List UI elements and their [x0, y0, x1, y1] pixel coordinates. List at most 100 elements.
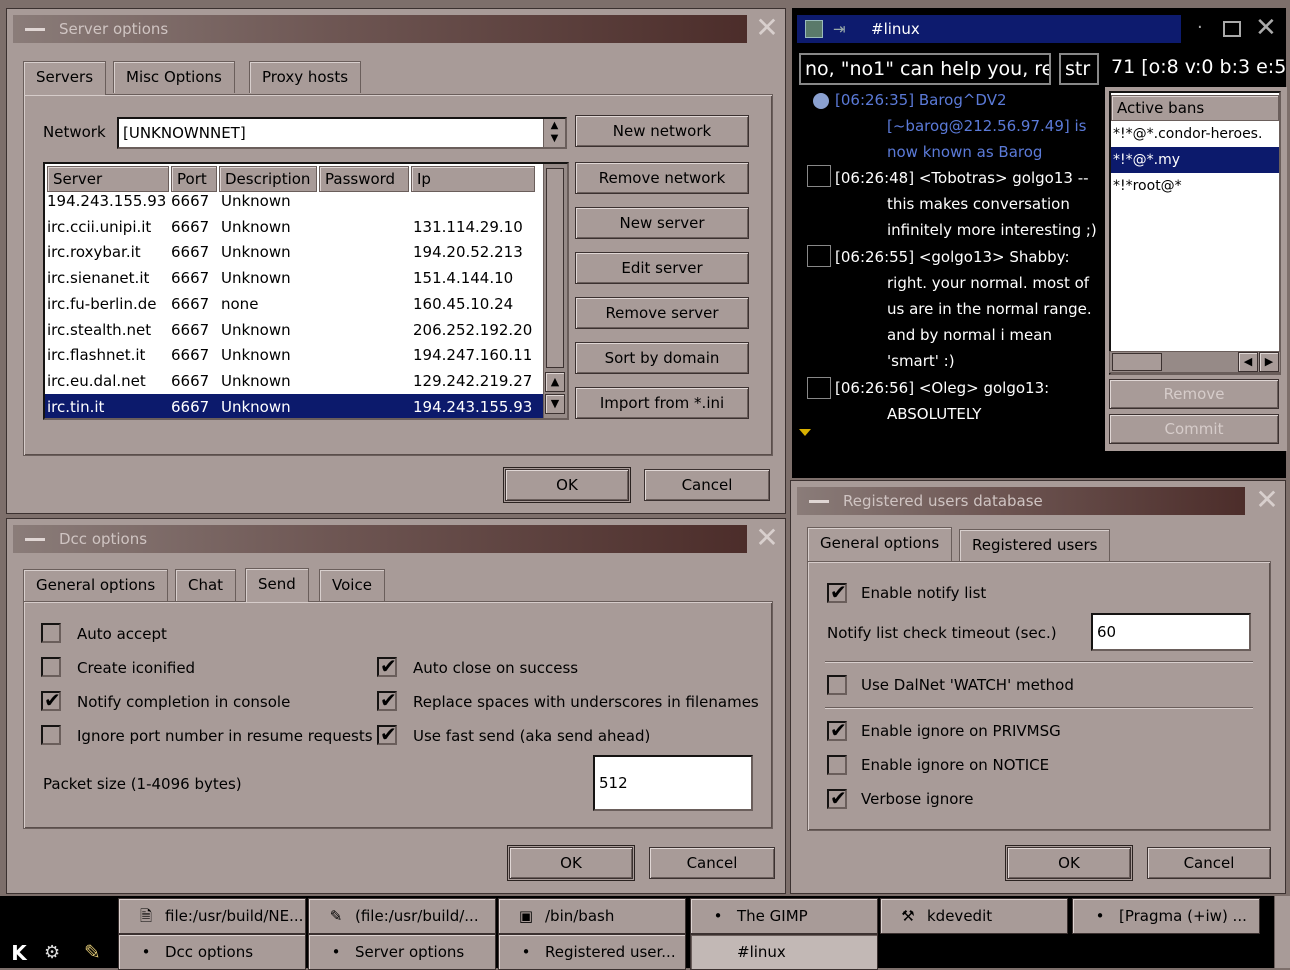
taskbar-item[interactable]: ▣ /bin/bash	[498, 898, 686, 934]
task-label: kdevedit	[927, 907, 993, 925]
chat-line: us are in the normal range.	[887, 300, 1092, 318]
window-menu-icon[interactable]	[25, 538, 45, 541]
file-manager-icon[interactable]: ✎	[84, 940, 110, 966]
scrollbar-thumb[interactable]	[546, 168, 564, 368]
close-icon[interactable]: ✕	[755, 14, 779, 42]
remove-network-button[interactable]: Remove network	[575, 162, 749, 194]
window-menu-icon[interactable]	[25, 28, 45, 31]
ok-button[interactable]: OK	[503, 467, 631, 503]
taskbar-item[interactable]: • [Pragma (+iw) ...	[1072, 898, 1260, 934]
registered-users-titlebar[interactable]: Registered users database	[797, 487, 1245, 515]
taskbar-item[interactable]: #linux	[690, 934, 878, 970]
table-row[interactable]: irc.sienanet.it 6667 Unknown 151.4.144.10	[45, 265, 567, 291]
ignore-notice-checkbox[interactable]	[827, 755, 847, 775]
taskbar-item[interactable]: ✎ (file:/usr/build/...	[308, 898, 496, 934]
maximize-icon[interactable]	[1223, 21, 1241, 37]
scroll-right-icon[interactable]: ▶	[1259, 352, 1279, 372]
tab-proxy-hosts[interactable]: Proxy hosts	[249, 61, 362, 93]
hscroll-thumb[interactable]	[1112, 353, 1162, 371]
tab-servers[interactable]: Servers	[23, 61, 107, 95]
ban-item[interactable]: *!*@*.my	[1111, 147, 1279, 173]
tab-general-options[interactable]: General options	[807, 527, 953, 561]
bans-list[interactable]: Active bans *!*@*.condor-heroes. *!*@*.my…	[1109, 91, 1281, 375]
commit-button[interactable]: Commit	[1109, 414, 1279, 444]
taskbar-handle[interactable]	[1274, 896, 1290, 968]
ignore-privmsg-checkbox[interactable]	[827, 718, 847, 742]
ok-button[interactable]: OK	[507, 845, 635, 881]
new-server-button[interactable]: New server	[575, 207, 749, 239]
taskbar-item[interactable]: ⚒ kdevedit	[880, 898, 1068, 934]
tab-voice[interactable]: Voice	[319, 569, 385, 601]
table-row[interactable]: 194.243.155.93 6667 Unknown	[45, 188, 567, 214]
select-spinner-icon[interactable]: ▲ ▼	[543, 119, 565, 147]
create-iconified-checkbox[interactable]	[41, 657, 61, 677]
verbose-ignore-checkbox[interactable]	[827, 786, 847, 810]
cancel-button[interactable]: Cancel	[1147, 847, 1271, 879]
bans-header[interactable]: Active bans	[1111, 95, 1279, 121]
cell-port: 6667	[171, 269, 210, 288]
minimize-icon[interactable]: ·	[1197, 17, 1203, 38]
table-row[interactable]: irc.ccii.unipi.it 6667 Unknown 131.114.29.1…	[45, 214, 567, 240]
topic-field[interactable]: no, "no1" can help you, re	[799, 53, 1051, 85]
auto-close-checkbox[interactable]	[377, 654, 397, 678]
import-ini-button[interactable]: Import from *.ini	[575, 387, 749, 419]
kde-menu-icon[interactable]: K	[6, 940, 32, 966]
tab-send[interactable]: Send	[245, 568, 309, 602]
tab-general-options[interactable]: General options	[23, 569, 169, 601]
taskbar-item[interactable]: 🗎 file:/usr/build/NE...	[118, 898, 306, 934]
table-row[interactable]: irc.eu.dal.net 6667 Unknown 129.242.219.27	[45, 368, 567, 394]
ban-item[interactable]: *!*@*.condor-heroes.	[1111, 121, 1279, 147]
cell-port: 6667	[171, 192, 210, 210]
close-icon[interactable]: ✕	[1255, 13, 1277, 43]
irc-titlebar[interactable]: ⇥ #linux	[797, 15, 1181, 43]
close-icon[interactable]: ✕	[1255, 486, 1279, 514]
remove-server-button[interactable]: Remove server	[575, 297, 749, 329]
window-menu-icon[interactable]	[809, 500, 829, 503]
tab-chat[interactable]: Chat	[175, 569, 237, 601]
timeout-input[interactable]: 60	[1091, 613, 1251, 651]
new-network-button[interactable]: New network	[575, 115, 749, 147]
dalnet-watch-checkbox[interactable]	[827, 675, 847, 695]
server-options-titlebar[interactable]: Server options	[13, 15, 747, 43]
table-row[interactable]: irc.flashnet.it 6667 Unknown 194.247.160.11	[45, 342, 567, 368]
server-list[interactable]: Server Port Description Password Ip 194.…	[43, 162, 569, 420]
tab-misc-options[interactable]: Misc Options	[113, 61, 235, 93]
chat-log[interactable]: [06:26:35] Barog^DV2 [~barog@212.56.97.4…	[797, 89, 1103, 467]
ignore-port-checkbox[interactable]	[41, 725, 61, 745]
auto-accept-checkbox[interactable]	[41, 623, 61, 643]
network-select[interactable]: [UNKNOWNNET] ▲ ▼	[117, 117, 567, 149]
ban-item[interactable]: *!*root@*	[1111, 173, 1279, 199]
replace-spaces-checkbox[interactable]	[377, 688, 397, 712]
cancel-button[interactable]: Cancel	[644, 469, 770, 501]
close-icon[interactable]: ✕	[755, 524, 779, 552]
edit-server-button[interactable]: Edit server	[575, 252, 749, 284]
taskbar-item[interactable]: • Dcc options	[118, 934, 306, 970]
remove-ban-button[interactable]: Remove	[1109, 379, 1279, 409]
table-row[interactable]: irc.stealth.net 6667 Unknown 206.252.192.20	[45, 317, 567, 343]
topic-field-2[interactable]: str	[1059, 53, 1099, 85]
bans-hscrollbar[interactable]: ◀ ▶	[1109, 351, 1281, 373]
table-row[interactable]: irc.fu-berlin.de 6667 none 160.45.10.24	[45, 291, 567, 317]
server-list-scrollbar[interactable]: ▲ ▼	[543, 164, 567, 418]
taskbar-item[interactable]: • The GIMP	[690, 898, 878, 934]
pin-icon[interactable]: ⇥	[833, 15, 846, 43]
scroll-up-icon[interactable]: ▲	[545, 372, 565, 392]
packet-size-input[interactable]: 512	[593, 755, 753, 811]
cancel-button[interactable]: Cancel	[649, 847, 775, 879]
table-row[interactable]: irc.tin.it 6667 Unknown 194.243.155.93	[45, 393, 567, 418]
chat-line: [06:26:48] <Tobotras> golgo13 --	[835, 169, 1089, 187]
sort-by-domain-button[interactable]: Sort by domain	[575, 342, 749, 374]
notify-completion-checkbox[interactable]	[41, 688, 61, 712]
table-row[interactable]: irc.roxybar.it 6667 Unknown 194.20.52.213	[45, 239, 567, 265]
scroll-left-icon[interactable]: ◀	[1238, 352, 1258, 372]
tab-registered-users[interactable]: Registered users	[959, 529, 1111, 561]
enable-notify-checkbox[interactable]	[827, 580, 847, 604]
scroll-down-icon[interactable]: ▼	[545, 394, 565, 414]
dcc-options-titlebar[interactable]: Dcc options	[13, 525, 747, 553]
system-icon[interactable]: ⚙	[44, 942, 70, 964]
ok-button[interactable]: OK	[1005, 845, 1133, 881]
fast-send-checkbox[interactable]	[377, 722, 397, 746]
msg-icon	[807, 245, 831, 267]
taskbar-item[interactable]: • Server options	[308, 934, 496, 970]
taskbar-item[interactable]: • Registered user...	[498, 934, 686, 970]
